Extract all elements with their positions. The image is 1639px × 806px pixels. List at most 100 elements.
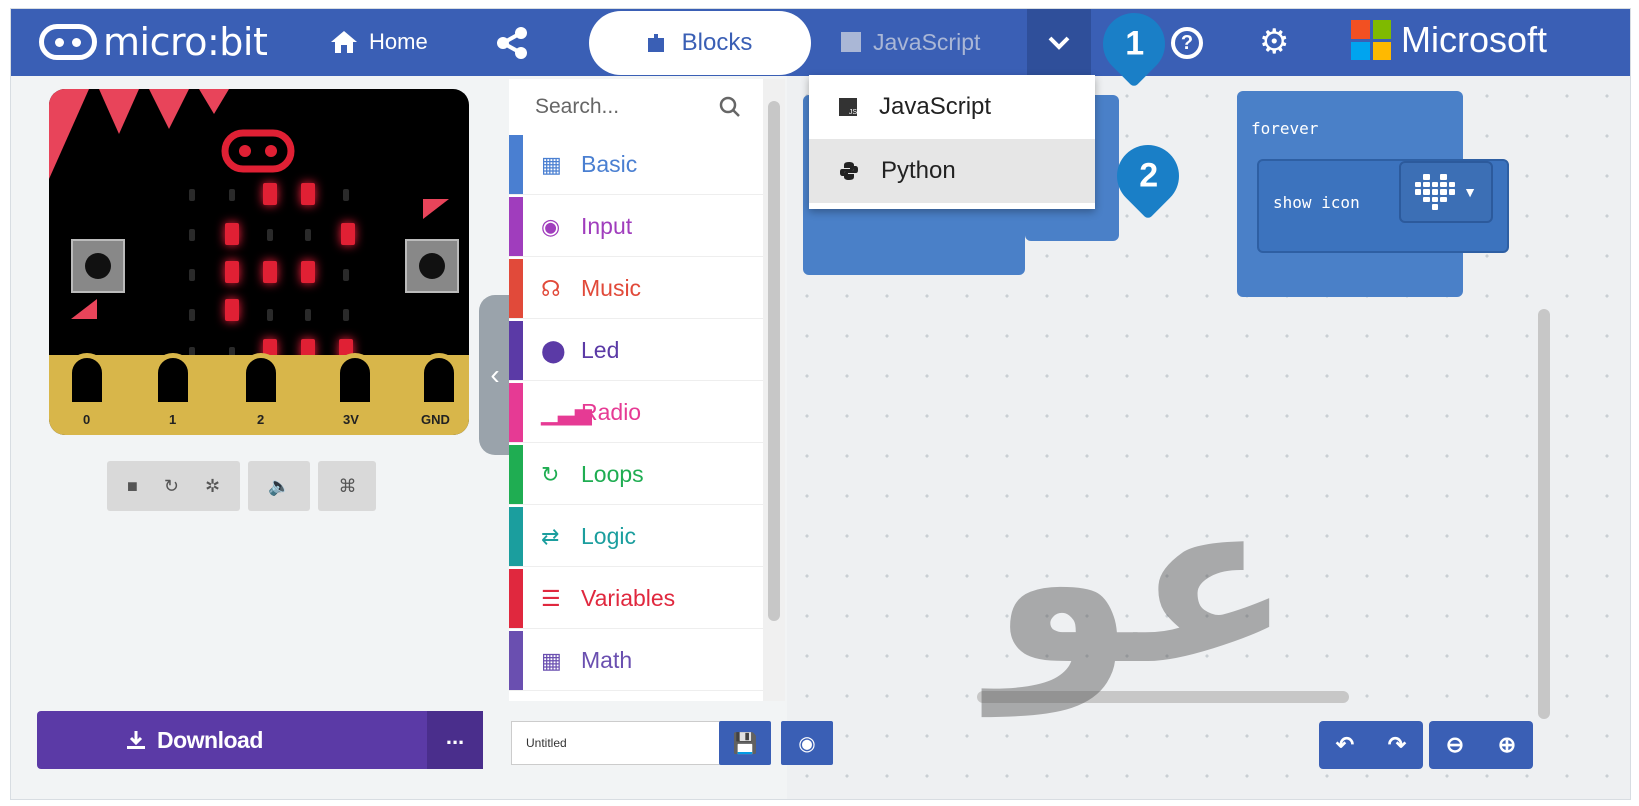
led [189, 309, 195, 321]
board-corner-stripes [49, 89, 229, 179]
button-a[interactable] [71, 239, 125, 293]
toolbox-category-logic[interactable]: ⇄ Logic [509, 507, 763, 567]
tab-javascript-label: JavaScript [873, 28, 981, 55]
zoom-in-icon[interactable]: ⊕ [1481, 732, 1533, 758]
simulator-control-group: ■ ↻ ✲ [107, 461, 241, 511]
category-label: Music [581, 275, 642, 301]
category-label: Logic [581, 523, 636, 549]
pin-label: 1 [169, 412, 177, 427]
category-label: Input [581, 213, 633, 239]
pin-gnd[interactable] [419, 353, 459, 407]
category-color-bar [509, 259, 523, 318]
loop-icon: ↻ [541, 461, 560, 487]
toolbox-category-variables[interactable]: ☰ Variables [509, 569, 763, 629]
scrollbar-thumb[interactable] [768, 101, 780, 621]
toolbox-category-math[interactable]: ▦ Math [509, 631, 763, 691]
toolbox-category-led[interactable]: ⬤ Led [509, 321, 763, 381]
menu-item-label: JavaScript [879, 93, 992, 120]
toolbox-category-radio[interactable]: ▁▃▅ Radio [509, 383, 763, 443]
toolbox-category-music[interactable]: ☊ Music [509, 259, 763, 319]
led [263, 183, 277, 205]
button-b[interactable] [405, 239, 459, 293]
debug-icon[interactable]: ✲ [205, 476, 220, 497]
javascript-icon [839, 98, 857, 116]
led [341, 223, 355, 245]
redo-icon[interactable]: ↷ [1371, 732, 1423, 758]
toolbox-search[interactable]: Search... [509, 79, 763, 135]
led [343, 309, 349, 321]
zoom-out-icon[interactable]: ⊖ [1429, 732, 1481, 758]
restart-icon[interactable]: ↻ [164, 476, 179, 497]
led [189, 229, 195, 241]
microbit-logo[interactable]: micro:bit [39, 19, 268, 65]
led [225, 299, 239, 321]
led [305, 229, 311, 241]
category-label: Variables [581, 585, 676, 611]
led [229, 189, 235, 201]
home-button[interactable]: Home [329, 23, 428, 61]
radio-button-icon: ◉ [541, 213, 561, 239]
toggle-icon: ⬤ [541, 337, 566, 363]
category-color-bar [509, 197, 523, 256]
microsoft-windows-icon [1351, 20, 1391, 60]
led [267, 309, 273, 321]
forever-label: forever [1251, 119, 1319, 138]
mute-button[interactable]: 🔈 [248, 461, 311, 511]
category-color-bar [509, 383, 523, 442]
undo-icon[interactable]: ↶ [1319, 732, 1371, 758]
fullscreen-button[interactable]: ⌘ [318, 461, 377, 511]
pin-2[interactable] [241, 353, 281, 407]
microbit-simulator[interactable]: 0 1 2 3V GND [49, 89, 469, 435]
more-options-button[interactable]: ... [427, 711, 483, 769]
toolbox-category-input[interactable]: ◉ Input [509, 197, 763, 257]
save-button[interactable]: 💾 [719, 721, 771, 765]
language-dropdown-button[interactable] [1027, 9, 1091, 76]
toolbox-scrollbar[interactable] [763, 79, 785, 701]
microbit-face-icon [221, 129, 295, 173]
pin-label: 2 [257, 412, 265, 427]
caret-down-icon: ▼ [1463, 184, 1477, 200]
top-menu-bar: micro:bit Home Blocks JavaScript ? ⚙ Mic… [11, 9, 1630, 76]
tab-blocks[interactable]: Blocks [589, 11, 811, 75]
pin-0[interactable] [67, 353, 107, 407]
sound-mark-icon [71, 299, 97, 319]
led [343, 189, 349, 201]
undo-redo-group: ↶ ↷ [1319, 721, 1423, 769]
pin-1[interactable] [153, 353, 193, 407]
toolbox-category-basic[interactable]: ▦ Basic [509, 135, 763, 195]
help-icon[interactable]: ? [1171, 27, 1203, 59]
toolbox-category-loops[interactable]: ↻ Loops [509, 445, 763, 505]
microsoft-logo[interactable]: Microsoft [1351, 19, 1547, 61]
icon-picker[interactable]: ▼ [1399, 161, 1493, 223]
project-name-input[interactable]: Untitled [511, 721, 723, 765]
search-icon[interactable] [719, 96, 741, 118]
search-input[interactable]: Search... [535, 95, 619, 119]
category-color-bar [509, 445, 523, 504]
tab-javascript[interactable]: JavaScript [841, 23, 980, 61]
logo-mark-icon [423, 199, 449, 219]
gear-icon[interactable]: ⚙ [1259, 23, 1289, 61]
callout-number: 2 [1138, 156, 1158, 195]
makecode-window: micro:bit Home Blocks JavaScript ? ⚙ Mic… [10, 8, 1631, 800]
category-label: Basic [581, 151, 638, 177]
stop-icon[interactable]: ■ [127, 476, 138, 497]
python-icon [840, 162, 858, 180]
category-color-bar [509, 507, 523, 566]
category-color-bar [509, 631, 523, 690]
menu-item-javascript[interactable]: JavaScript [809, 75, 1095, 139]
led [189, 269, 195, 281]
headphones-icon: ☊ [541, 275, 561, 301]
collapse-simulator-button[interactable]: ‹ [479, 295, 511, 455]
simulator-controls: ■ ↻ ✲ 🔈 ⌘ [107, 461, 377, 511]
category-color-bar [509, 135, 523, 194]
language-dropdown-menu: JavaScript Python [809, 75, 1095, 209]
menu-item-python[interactable]: Python [809, 139, 1095, 203]
pin-label: GND [421, 412, 450, 427]
led [305, 309, 311, 321]
share-icon[interactable] [495, 27, 529, 59]
github-button[interactable]: ◉ [781, 721, 833, 765]
workspace-vertical-scrollbar[interactable] [1538, 309, 1550, 719]
download-button[interactable]: Download ... [37, 711, 483, 769]
pin-3v[interactable] [335, 353, 375, 407]
shuffle-icon: ⇄ [541, 523, 560, 549]
